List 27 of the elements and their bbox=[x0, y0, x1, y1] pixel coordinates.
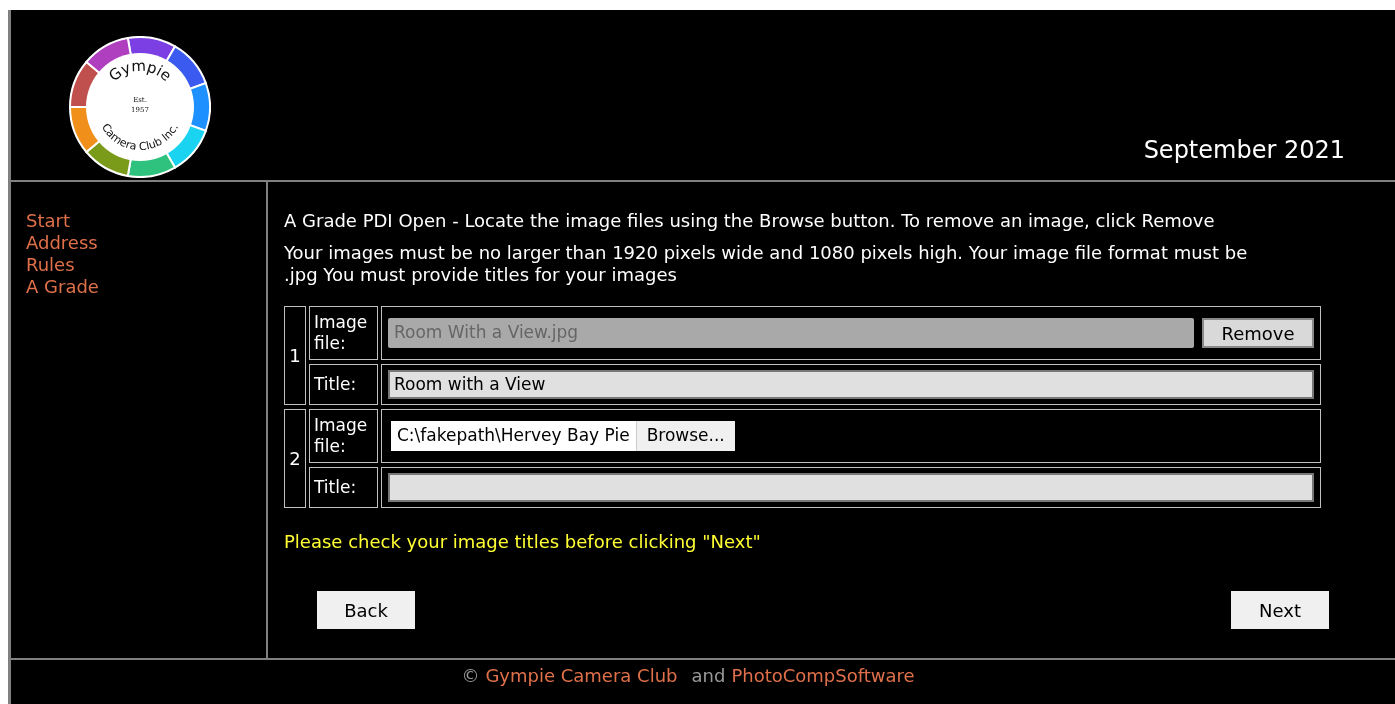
title-field[interactable] bbox=[388, 473, 1314, 502]
club-link[interactable]: Gympie Camera Club bbox=[485, 662, 678, 704]
footer-text: and bbox=[691, 664, 726, 688]
logo-title: Gympie bbox=[105, 56, 175, 85]
field-label: Title: bbox=[314, 475, 357, 499]
page-date: September 2021 bbox=[1143, 135, 1345, 166]
sidebar-link[interactable]: Rules bbox=[26, 254, 75, 276]
field-label: Title: bbox=[314, 372, 357, 396]
sidebar-link[interactable]: A Grade bbox=[26, 276, 99, 298]
title-field[interactable]: Room with a View bbox=[388, 370, 1314, 399]
file-name-field: Room With a View.jpg bbox=[388, 318, 1194, 348]
entry-number: 1 bbox=[289, 344, 301, 368]
sidebar-link[interactable]: Address bbox=[26, 232, 98, 254]
sidebar-link[interactable]: Start bbox=[26, 210, 70, 232]
browse-button[interactable]: Browse... bbox=[635, 421, 735, 451]
copyright-symbol: © bbox=[461, 664, 480, 688]
software-link[interactable]: PhotoCompSoftware bbox=[731, 662, 915, 704]
next-button[interactable]: Next bbox=[1231, 591, 1329, 629]
requirements-text: Your images must be no larger than 1920 pixels wide and 1080 pixels high. Your image file format must be .jpg You must provide titles for your images bbox=[284, 242, 1249, 286]
instructions-text: A Grade PDI Open - Locate the image files using the Browse button. To remove an image, click Remove bbox=[284, 210, 1216, 232]
field-label: Image file: bbox=[314, 312, 369, 354]
file-path-field[interactable]: C:\fakepath\Hervey Bay Pie bbox=[391, 421, 636, 451]
back-button[interactable]: Back bbox=[317, 591, 415, 629]
field-label: Image file: bbox=[314, 415, 369, 457]
notice-text: Please check your image titles before clicking "Next" bbox=[284, 530, 762, 554]
entry-number: 2 bbox=[289, 447, 301, 471]
remove-button[interactable]: Remove bbox=[1202, 318, 1314, 348]
